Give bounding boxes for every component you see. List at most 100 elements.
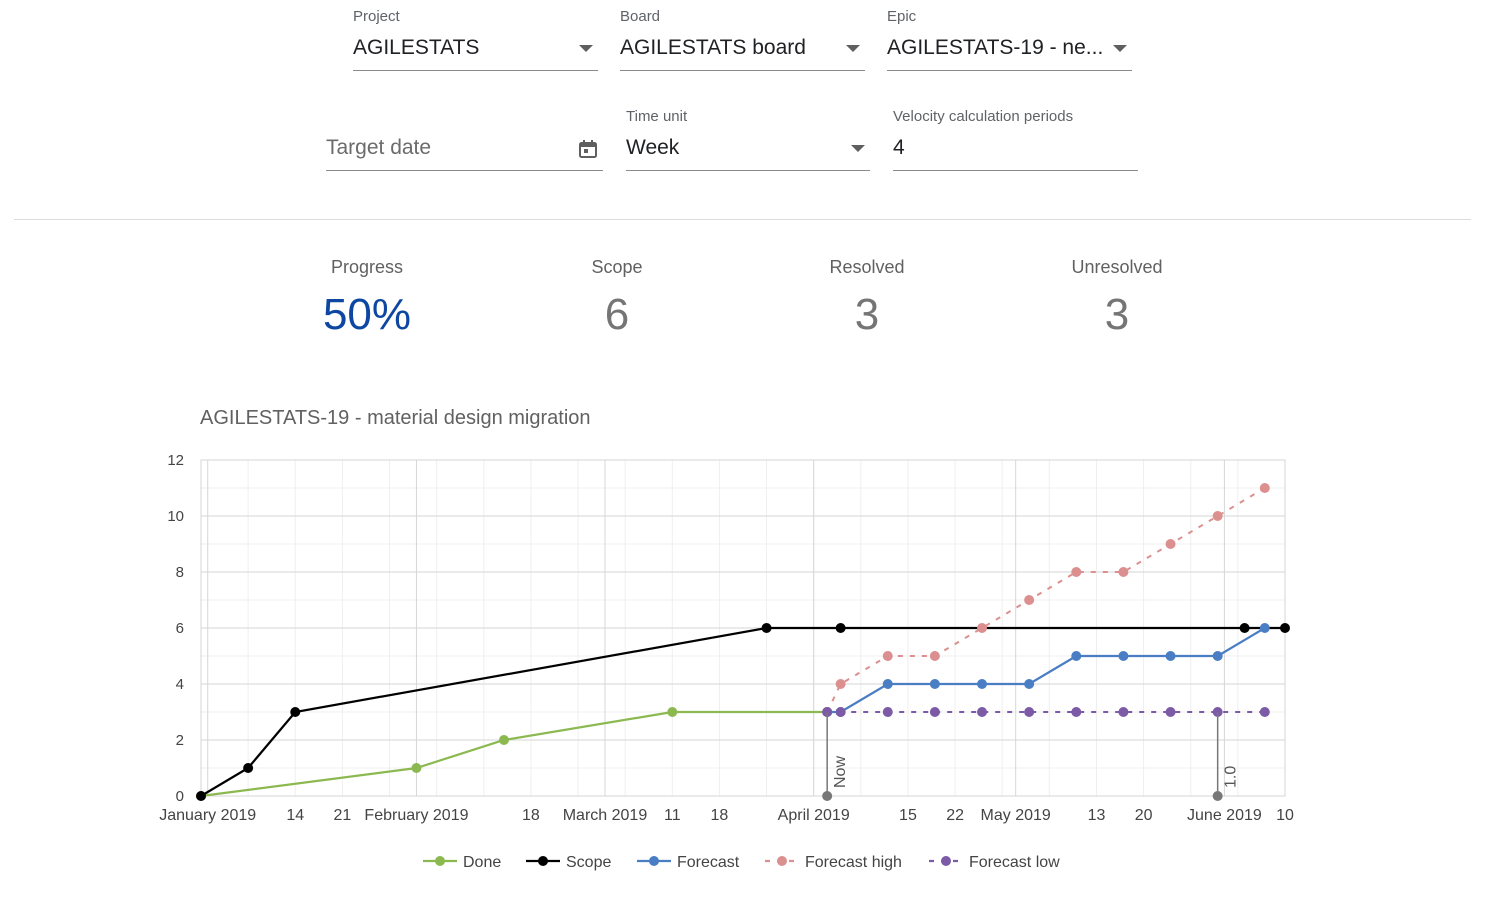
x-tick-label: 10	[1276, 807, 1294, 824]
chart-legend[interactable]: Done Scope Forecast Forecast high Forecast l…	[423, 854, 1060, 871]
time-unit-value: Week	[626, 136, 680, 159]
target-date-input[interactable]: Target date	[326, 100, 603, 171]
data-point	[929, 679, 940, 689]
data-point	[1118, 707, 1129, 717]
project-select[interactable]: Project AGILESTATS	[353, 0, 598, 71]
legend-label: Forecast high	[805, 854, 902, 871]
x-tick-label: June 2019	[1187, 807, 1262, 824]
y-tick-label: 2	[176, 732, 184, 749]
target-date-placeholder: Target date	[326, 136, 432, 159]
y-tick-label: 10	[167, 508, 184, 525]
y-tick-label: 8	[176, 564, 184, 581]
epic-value: AGILESTATS-19 - ne...	[887, 36, 1104, 59]
data-point	[243, 763, 254, 773]
y-tick-label: 4	[176, 676, 184, 693]
resolved-label: Resolved	[829, 257, 905, 277]
legend-item[interactable]: Forecast	[637, 854, 740, 871]
legend-item[interactable]: Forecast high	[765, 854, 902, 871]
time-unit-label: Time unit	[626, 108, 688, 125]
data-point	[929, 651, 940, 661]
velocity-periods-label: Velocity calculation periods	[893, 108, 1074, 125]
board-value: AGILESTATS board	[620, 36, 806, 59]
x-tick-label: 22	[946, 807, 964, 824]
chevron-down-icon[interactable]	[851, 145, 865, 152]
series-line	[827, 627, 1266, 714]
time-unit-select[interactable]: Time unit Week	[626, 100, 870, 171]
chevron-down-icon[interactable]	[1113, 45, 1127, 52]
epic-label: Epic	[887, 8, 917, 25]
data-point	[1165, 651, 1176, 661]
x-tick-label: May 2019	[981, 807, 1051, 824]
scope-stat: Scope 6	[517, 257, 717, 340]
data-point	[196, 791, 206, 801]
legend-label: Forecast	[677, 854, 740, 871]
data-point	[835, 623, 846, 633]
board-select[interactable]: Board AGILESTATS board	[620, 0, 865, 71]
annotation-label: Now	[832, 756, 849, 788]
legend-item[interactable]: Scope	[526, 854, 611, 871]
resolved-stat: Resolved 3	[767, 257, 967, 340]
resolved-value: 3	[854, 290, 880, 339]
velocity-periods-input[interactable]: Velocity calculation periods 4	[893, 100, 1138, 171]
data-point	[1071, 567, 1082, 577]
x-tick-label: 15	[899, 807, 917, 824]
data-point	[1212, 651, 1223, 661]
data-point	[882, 707, 893, 717]
data-point	[1071, 707, 1082, 717]
data-point	[1259, 623, 1270, 633]
data-point	[1165, 539, 1176, 549]
x-tick-label: April 2019	[778, 807, 850, 824]
legend-marker	[777, 856, 787, 866]
legend-label: Scope	[566, 854, 611, 871]
epic-select[interactable]: Epic AGILESTATS-19 - ne...	[887, 0, 1132, 71]
legend-marker	[538, 856, 548, 866]
annotation-marker	[1212, 791, 1223, 801]
data-point	[1118, 651, 1129, 661]
data-point	[1118, 567, 1129, 577]
x-tick-label: 13	[1088, 807, 1106, 824]
y-tick-label: 0	[176, 788, 184, 805]
legend-label: Done	[463, 854, 501, 871]
progress-label: Progress	[330, 257, 404, 277]
data-point	[1280, 623, 1290, 633]
unresolved-label: Unresolved	[1071, 257, 1163, 277]
project-label: Project	[353, 8, 400, 25]
annotation-label: 1.0	[1223, 766, 1240, 788]
legend-label: Forecast low	[969, 854, 1060, 871]
data-point	[1259, 707, 1270, 717]
x-tick-label: 18	[711, 807, 729, 824]
y-tick-label: 12	[167, 452, 184, 469]
legend-marker	[941, 856, 951, 866]
data-point	[761, 623, 772, 633]
forecast-chart: AGILESTATS-19 - material design migratio…	[159, 407, 1294, 871]
data-point	[411, 763, 422, 773]
x-tick-label: 20	[1135, 807, 1153, 824]
x-tick-label: February 2019	[364, 807, 468, 824]
legend-item[interactable]: Forecast low	[929, 854, 1060, 871]
data-point	[977, 623, 988, 633]
data-point	[929, 707, 940, 717]
annotation-marker	[822, 791, 833, 801]
data-point	[882, 679, 893, 689]
project-value: AGILESTATS	[353, 36, 480, 59]
data-point	[290, 707, 301, 717]
data-point	[977, 679, 988, 689]
unresolved-value: 3	[1104, 290, 1130, 339]
progress-value: 50%	[322, 290, 412, 339]
calendar-icon[interactable]	[578, 139, 598, 159]
data-point	[1071, 651, 1082, 661]
section-divider	[14, 219, 1471, 220]
legend-marker	[435, 856, 445, 866]
data-point	[667, 707, 678, 717]
chart-title: AGILESTATS-19 - material design migratio…	[200, 407, 591, 429]
data-point	[835, 679, 846, 689]
data-point	[977, 707, 988, 717]
data-point	[1024, 707, 1035, 717]
data-point	[1239, 623, 1250, 633]
scope-label: Scope	[591, 257, 643, 277]
x-tick-label: March 2019	[563, 807, 648, 824]
scope-value: 6	[604, 290, 630, 339]
chevron-down-icon[interactable]	[846, 45, 860, 52]
legend-item[interactable]: Done	[423, 854, 501, 871]
chevron-down-icon[interactable]	[579, 45, 593, 52]
